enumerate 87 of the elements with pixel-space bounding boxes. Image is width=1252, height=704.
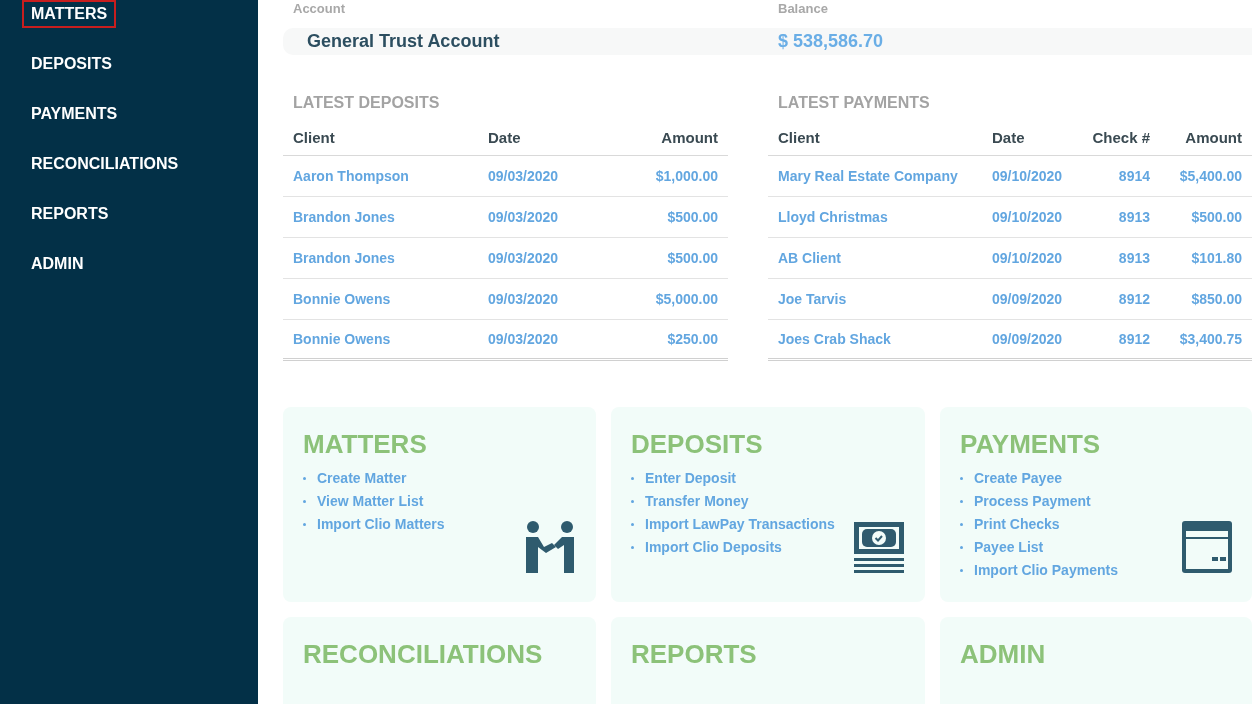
sidebar-item[interactable]: PAYMENTS <box>22 100 127 128</box>
bullet-icon <box>631 500 634 503</box>
section-title: LATEST DEPOSITS <box>292 93 441 111</box>
table-cell-text: 09/03/2020 <box>488 329 560 349</box>
column-header: Check # <box>1091 128 1150 149</box>
bullet-icon <box>960 523 963 526</box>
table-cell-text: $500.00 <box>1190 207 1242 227</box>
table-cell-text: $5,000.00 <box>654 289 718 309</box>
card-title: REPORTS <box>631 639 758 669</box>
account-balance[interactable]: $ 538,586.70 <box>778 28 884 55</box>
table-cell-text: 09/03/2020 <box>488 207 560 227</box>
sidebar-item[interactable]: DEPOSITS <box>22 50 121 78</box>
client-link[interactable]: AB Client <box>778 247 992 269</box>
client-link[interactable]: Brandon Jones <box>293 247 488 269</box>
table-cell-text: $3,400.75 <box>1178 329 1242 349</box>
bullet-icon <box>960 546 963 549</box>
client-link[interactable]: Lloyd Christmas <box>778 206 992 228</box>
table-cell-text: 09/10/2020 <box>992 207 1064 227</box>
card-title: RECONCILIATIONS <box>303 639 544 669</box>
card-link[interactable]: Process Payment <box>974 491 1091 512</box>
client-link[interactable]: Brandon Jones <box>293 206 488 228</box>
table-cell-text: 09/03/2020 <box>488 248 560 268</box>
table-cell-text: 8914 <box>1117 166 1150 186</box>
column-header: Amount <box>660 128 718 149</box>
table-cell-text: $850.00 <box>1190 289 1242 309</box>
card-title: DEPOSITS <box>631 429 764 459</box>
table-cell-text: $101.80 <box>1190 248 1242 268</box>
sidebar-item[interactable]: REPORTS <box>22 200 118 228</box>
card-link[interactable]: Payee List <box>974 537 1044 558</box>
column-header: Client <box>293 128 336 149</box>
card-link[interactable]: Import Clio Payments <box>974 560 1118 581</box>
table-cell-text: 8913 <box>1117 207 1150 227</box>
column-header: Date <box>488 128 522 149</box>
table-cell-text: $1,000.00 <box>654 166 718 186</box>
card-link[interactable]: Import LawPay Transactions <box>645 514 835 535</box>
sidebar-item[interactable]: ADMIN <box>22 250 93 278</box>
sidebar-item[interactable]: MATTERS <box>22 0 117 28</box>
client-link[interactable]: Joes Crab Shack <box>778 328 992 350</box>
client-link[interactable]: Joe Tarvis <box>778 288 992 310</box>
table-cell-text: 8913 <box>1117 248 1150 268</box>
client-link[interactable]: Aaron Thompson <box>293 165 488 187</box>
column-header: Date <box>992 128 1026 149</box>
table-cell-text: $500.00 <box>666 207 718 227</box>
bullet-icon <box>303 500 306 503</box>
table-cell-text: 8912 <box>1117 329 1150 349</box>
table-cell-text: 09/03/2020 <box>488 166 560 186</box>
card-link[interactable]: View Matter List <box>317 491 424 512</box>
column-header: Client <box>778 128 821 149</box>
table-cell-text: 09/03/2020 <box>488 289 560 309</box>
column-header: Amount <box>1184 128 1242 149</box>
card-title: ADMIN <box>960 639 1047 669</box>
bullet-icon <box>631 546 634 549</box>
account-name: General Trust Account <box>306 30 501 53</box>
card-link[interactable]: Import Clio Matters <box>317 514 445 535</box>
bullet-icon <box>960 569 963 572</box>
credit-card-icon <box>1182 521 1232 573</box>
banknote-icon <box>853 521 905 573</box>
table-cell-text: $500.00 <box>666 248 718 268</box>
card-title: MATTERS <box>303 429 428 459</box>
table-cell-text: $250.00 <box>666 329 718 349</box>
column-header: Balance <box>778 0 828 19</box>
card-title: PAYMENTS <box>960 429 1102 459</box>
column-header: Account <box>292 0 346 19</box>
table-cell-text: 09/10/2020 <box>992 166 1064 186</box>
card-link[interactable]: Transfer Money <box>645 491 749 512</box>
bullet-icon <box>960 477 963 480</box>
card-link[interactable]: Print Checks <box>974 514 1060 535</box>
bullet-icon <box>303 477 306 480</box>
table-cell-text: 8912 <box>1117 289 1150 309</box>
card-link[interactable]: Import Clio Deposits <box>645 537 782 558</box>
sidebar-item[interactable]: RECONCILIATIONS <box>22 150 188 178</box>
client-link[interactable]: Bonnie Owens <box>293 328 488 350</box>
table-cell-text: 09/09/2020 <box>992 329 1064 349</box>
bullet-icon <box>631 523 634 526</box>
bullet-icon <box>631 477 634 480</box>
client-link[interactable]: Mary Real Estate Company <box>778 165 992 187</box>
handshake-icon <box>524 521 576 573</box>
bullet-icon <box>960 500 963 503</box>
table-cell-text: 09/09/2020 <box>992 289 1064 309</box>
card-link[interactable]: Enter Deposit <box>645 468 736 489</box>
section-title: LATEST PAYMENTS <box>777 93 931 111</box>
table-cell-text: $5,400.00 <box>1178 166 1242 186</box>
card-link[interactable]: Create Payee <box>974 468 1062 489</box>
card-link[interactable]: Create Matter <box>317 468 407 489</box>
bullet-icon <box>303 523 306 526</box>
table-cell-text: 09/10/2020 <box>992 248 1064 268</box>
client-link[interactable]: Bonnie Owens <box>293 288 488 310</box>
